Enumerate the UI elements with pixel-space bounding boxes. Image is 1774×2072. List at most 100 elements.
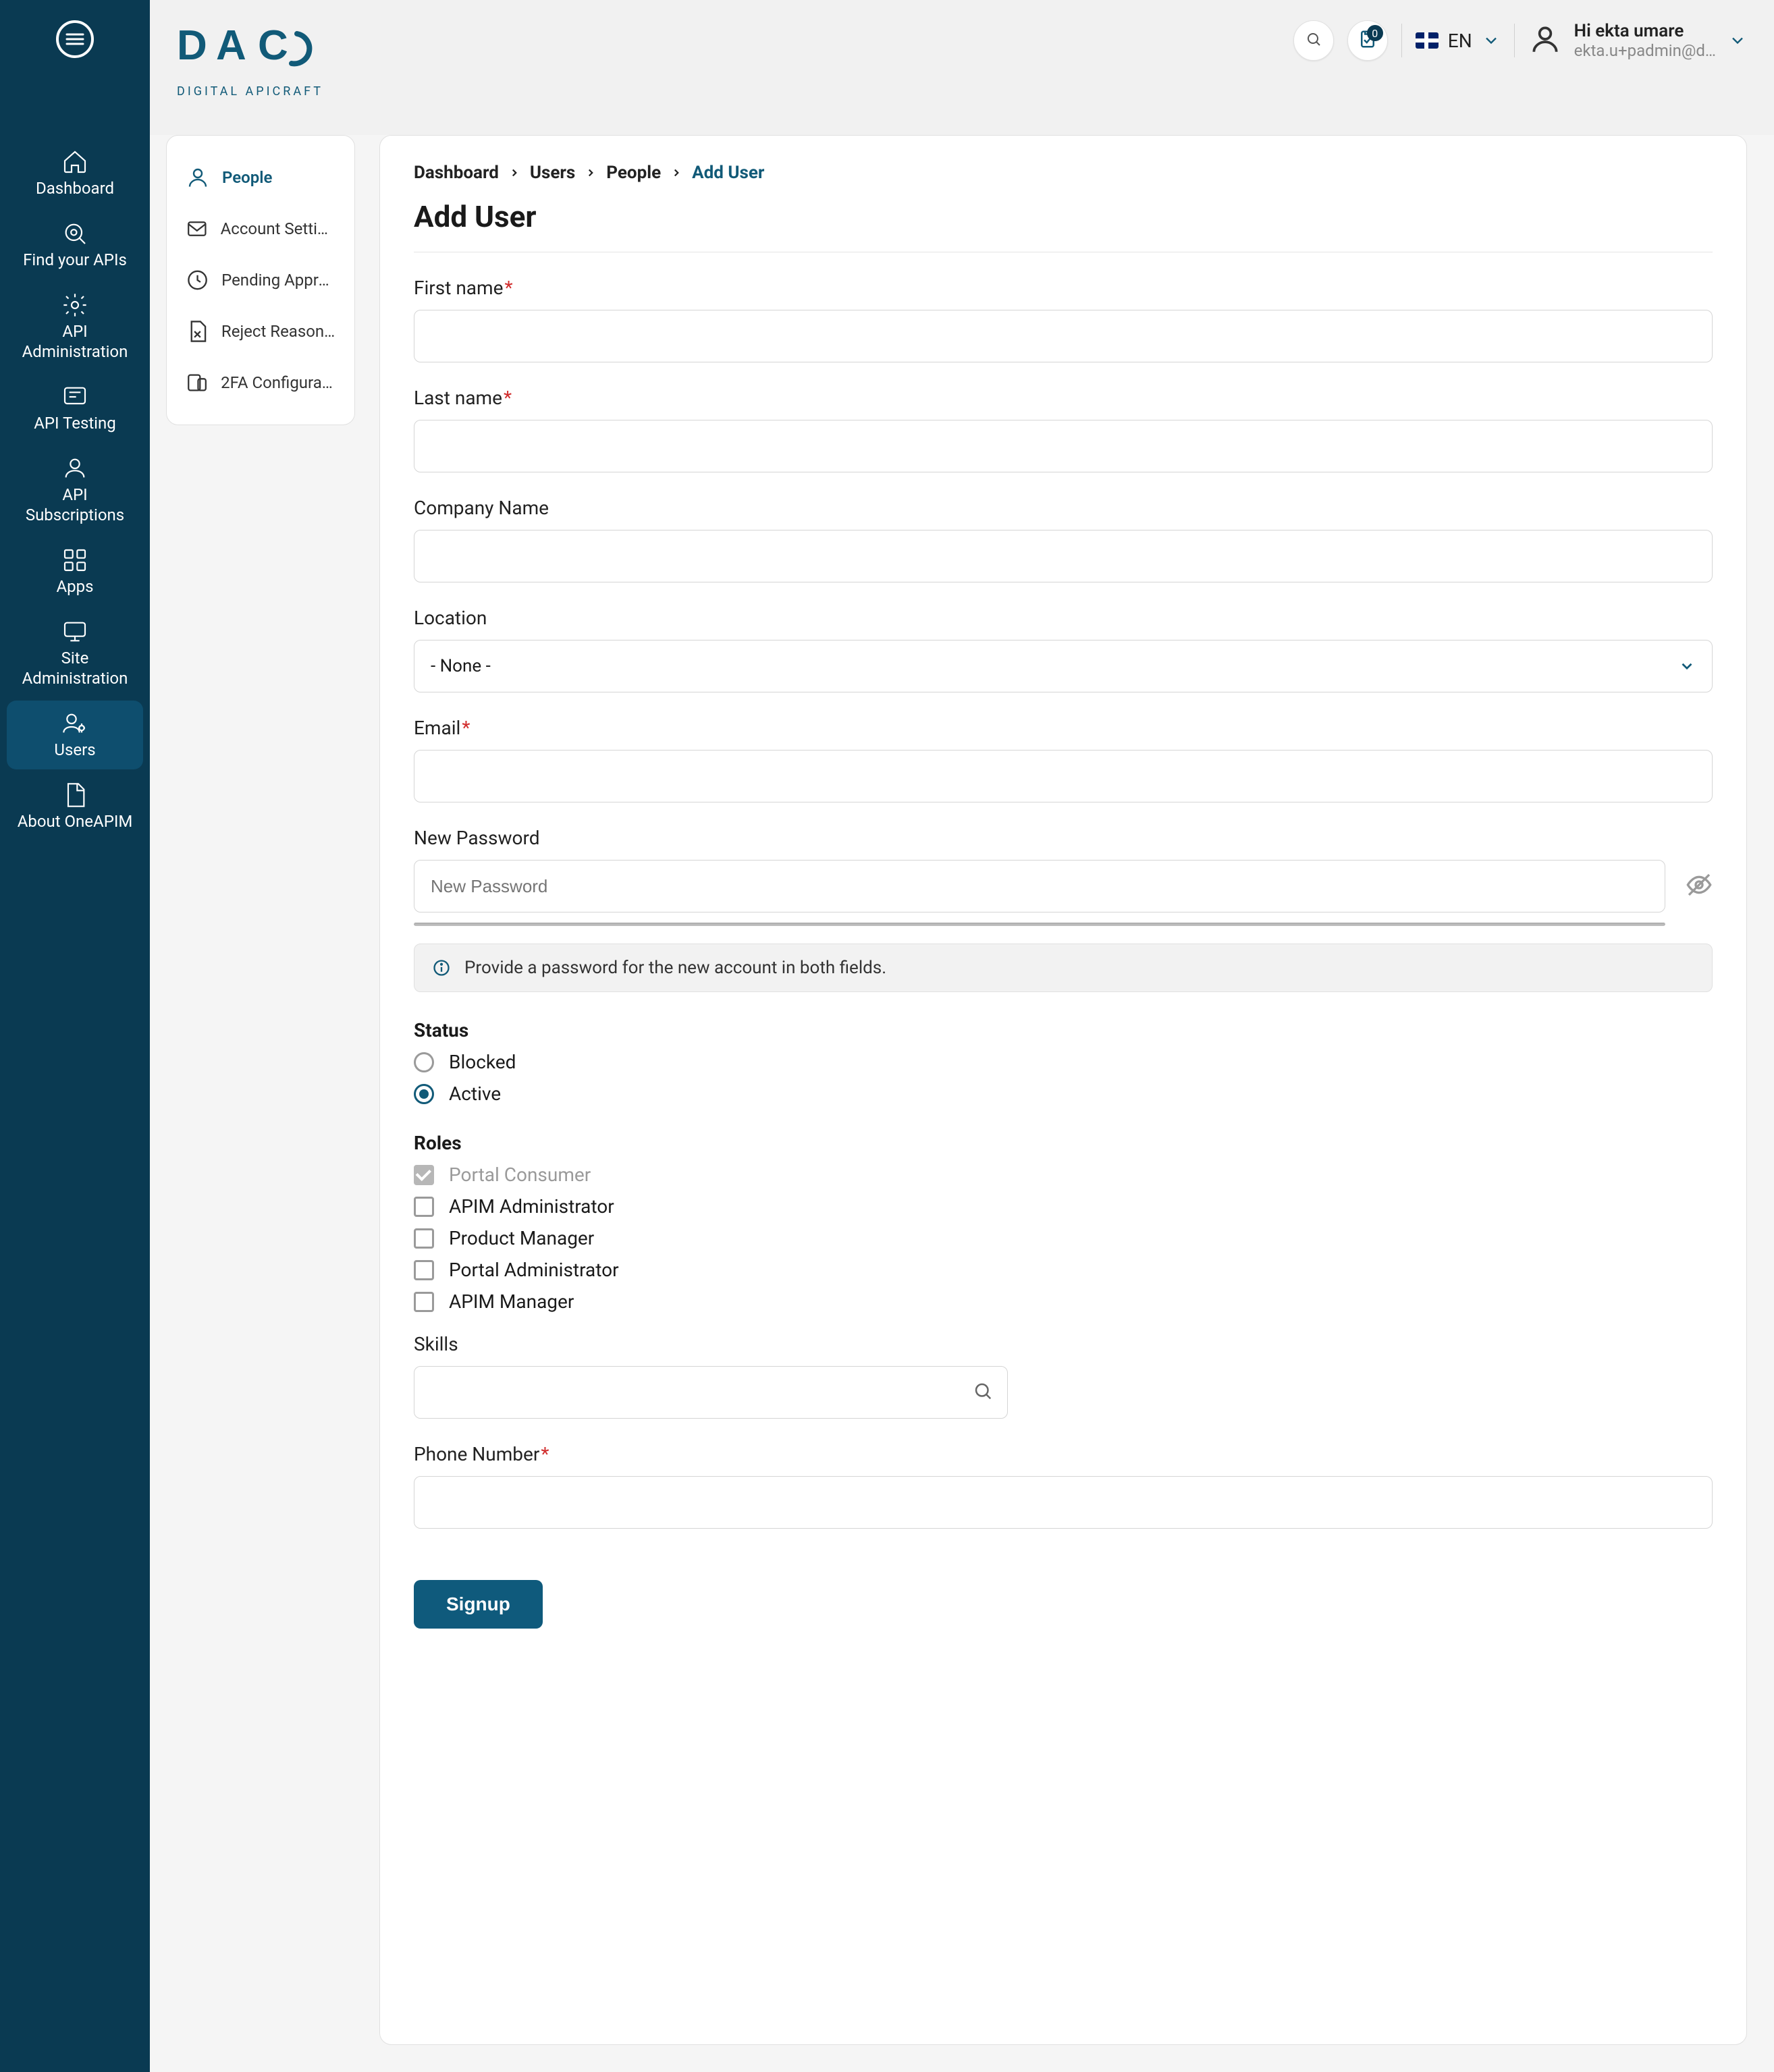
- subnav-label: Account Settings: [221, 219, 335, 238]
- chevron-right-icon: [585, 167, 597, 179]
- left-rail: Dashboard Find your APIs API Administrat…: [0, 0, 150, 2072]
- last-name-input[interactable]: [414, 420, 1713, 472]
- nav-label: API Testing: [34, 413, 116, 433]
- breadcrumb: Dashboard Users People Add User: [414, 163, 1713, 183]
- last-name-label: Last name*: [414, 387, 1713, 409]
- chevron-down-icon: [1678, 657, 1696, 675]
- first-name-label: First name*: [414, 277, 1713, 299]
- clock-icon: [186, 268, 209, 292]
- toggle-password-visibility[interactable]: [1686, 871, 1713, 901]
- location-select[interactable]: - None -: [414, 640, 1713, 692]
- role-label: Portal Administrator: [449, 1259, 619, 1281]
- location-label: Location: [414, 607, 1713, 629]
- home-icon: [60, 148, 90, 175]
- crumb-dashboard[interactable]: Dashboard: [414, 163, 499, 183]
- status-active-radio[interactable]: [414, 1084, 434, 1104]
- brand-logo[interactable]: D A C DIGITAL APICRAFT: [177, 20, 323, 99]
- chevron-right-icon: [508, 167, 520, 179]
- nav-label: Apps: [57, 576, 94, 597]
- password-label: New Password: [414, 827, 1713, 849]
- nav-label: About OneAPIM: [18, 811, 133, 831]
- devices-icon: [186, 371, 209, 395]
- subnav-reject-reason[interactable]: Reject Reason …: [167, 306, 354, 357]
- skills-input[interactable]: [414, 1366, 1008, 1419]
- users-icon: [60, 710, 90, 737]
- password-input[interactable]: [414, 860, 1665, 912]
- nav-users[interactable]: Users: [7, 701, 143, 769]
- nav-dashboard[interactable]: Dashboard: [7, 139, 143, 208]
- nav-find-apis[interactable]: Find your APIs: [7, 211, 143, 279]
- language-selector[interactable]: EN: [1416, 30, 1501, 52]
- chevron-down-icon: [1728, 31, 1747, 50]
- role-product-manager-checkbox[interactable]: [414, 1228, 434, 1249]
- status-blocked-radio[interactable]: [414, 1052, 434, 1072]
- subnav: People Account Settings Pending Appro… R…: [166, 135, 355, 425]
- avatar-icon: [1528, 22, 1562, 59]
- company-label: Company Name: [414, 497, 1713, 519]
- search-gear-icon: [60, 220, 90, 247]
- status-blocked-label: Blocked: [449, 1051, 516, 1073]
- user-email: ekta.u+padmin@d…: [1574, 41, 1716, 60]
- nav-label: API Administration: [12, 321, 138, 362]
- person-icon: [186, 165, 210, 190]
- chevron-down-icon: [1482, 31, 1501, 50]
- skills-label: Skills: [414, 1333, 1713, 1355]
- nav-site-admin[interactable]: Site Administration: [7, 609, 143, 698]
- signup-button[interactable]: Signup: [414, 1580, 543, 1629]
- doc-icon: [60, 782, 90, 809]
- subnav-2fa-config[interactable]: 2FA Configurati…: [167, 357, 354, 408]
- role-label: Product Manager: [449, 1227, 594, 1249]
- gear-shield-icon: [60, 292, 90, 319]
- nav-label: Users: [54, 740, 95, 760]
- language-code: EN: [1448, 30, 1472, 52]
- testing-icon: [60, 383, 90, 410]
- location-value: - None -: [431, 656, 491, 676]
- role-apim-admin-checkbox[interactable]: [414, 1197, 434, 1217]
- divider: [1401, 24, 1402, 57]
- status-group-label: Status: [414, 1019, 1713, 1041]
- role-portal-admin-checkbox[interactable]: [414, 1260, 434, 1280]
- info-icon: [432, 958, 451, 977]
- user-menu[interactable]: Hi ekta umare ekta.u+padmin@d…: [1528, 21, 1747, 60]
- first-name-input[interactable]: [414, 310, 1713, 362]
- subnav-people[interactable]: People: [167, 152, 354, 203]
- subnav-account-settings[interactable]: Account Settings: [167, 203, 354, 254]
- page-title: Add User: [414, 199, 1713, 234]
- menu-toggle-button[interactable]: [56, 20, 94, 58]
- role-apim-manager-checkbox[interactable]: [414, 1292, 434, 1312]
- crumb-people[interactable]: People: [606, 163, 661, 183]
- email-input[interactable]: [414, 750, 1713, 802]
- phone-label: Phone Number*: [414, 1443, 1713, 1465]
- crumb-current: Add User: [692, 163, 764, 183]
- notifications-button[interactable]: 0: [1347, 20, 1388, 61]
- svg-text:D: D: [177, 22, 208, 69]
- phone-input[interactable]: [414, 1476, 1713, 1529]
- doc-x-icon: [186, 319, 209, 344]
- role-label: APIM Manager: [449, 1290, 574, 1313]
- envelope-icon: [186, 217, 209, 241]
- nav-label: Dashboard: [36, 178, 114, 198]
- user-greeting: Hi ekta umare: [1574, 21, 1716, 41]
- topbar: D A C DIGITAL APICRAFT 0 EN: [150, 0, 1774, 135]
- nav-apps[interactable]: Apps: [7, 537, 143, 606]
- nav-label: Find your APIs: [23, 250, 127, 270]
- brand-tagline: DIGITAL APICRAFT: [177, 84, 323, 99]
- company-input[interactable]: [414, 530, 1713, 582]
- password-hint-text: Provide a password for the new account i…: [464, 958, 886, 978]
- subnav-label: Reject Reason …: [221, 322, 335, 341]
- nav-api-subs[interactable]: API Subscriptions: [7, 445, 143, 535]
- nav-label: API Subscriptions: [12, 485, 138, 525]
- form-panel: Dashboard Users People Add User Add User…: [379, 135, 1747, 2045]
- status-active-label: Active: [449, 1083, 501, 1105]
- nav-api-admin[interactable]: API Administration: [7, 282, 143, 371]
- password-strength-meter: [414, 922, 1665, 926]
- subnav-pending-approvals[interactable]: Pending Appro…: [167, 254, 354, 306]
- monitor-gear-icon: [60, 618, 90, 645]
- nav-api-testing[interactable]: API Testing: [7, 374, 143, 443]
- nav-about[interactable]: About OneAPIM: [7, 772, 143, 841]
- brand-mark: D A C: [177, 20, 319, 82]
- svg-text:A: A: [216, 22, 248, 69]
- crumb-users[interactable]: Users: [530, 163, 575, 183]
- search-button[interactable]: [1293, 20, 1334, 61]
- role-label: Portal Consumer: [449, 1164, 591, 1186]
